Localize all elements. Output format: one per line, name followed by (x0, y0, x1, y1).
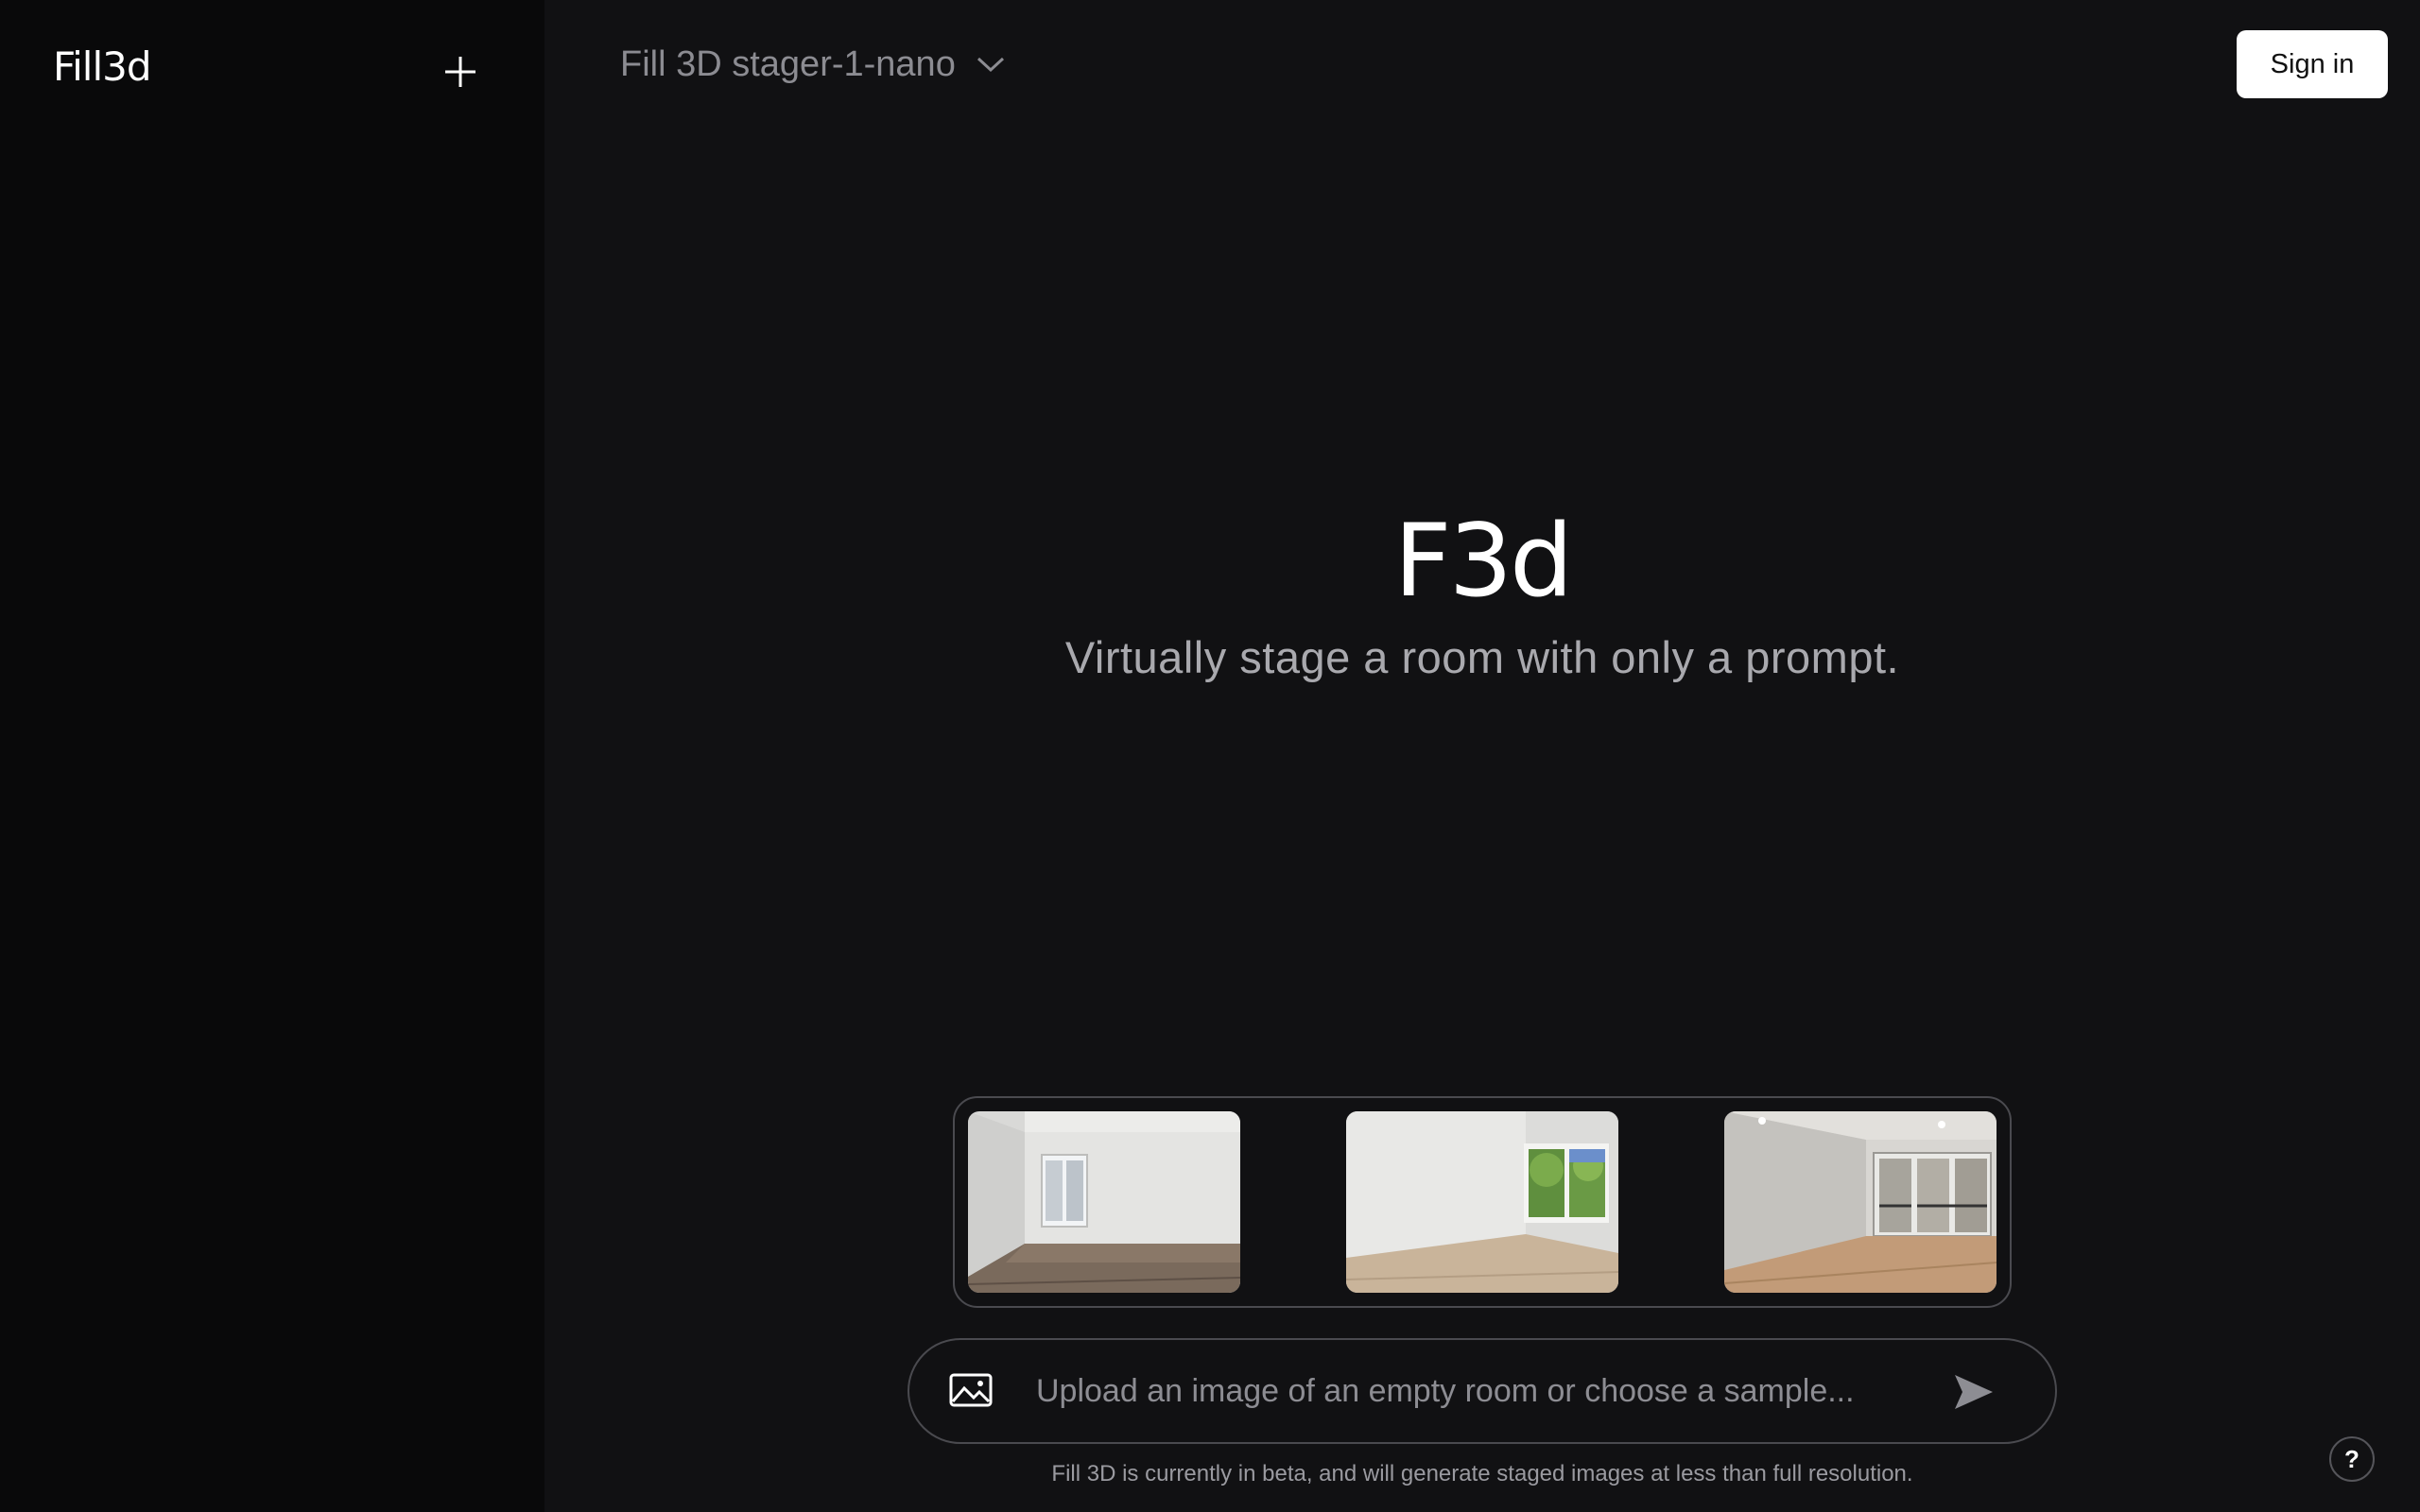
main-area: Fill 3D stager-1-nano Sign in F3d Virtua… (544, 0, 2420, 1512)
sample-room-3[interactable] (1724, 1111, 1996, 1293)
send-button[interactable] (1953, 1373, 1995, 1411)
upload-image-button[interactable] (949, 1371, 993, 1409)
new-chat-button[interactable] (438, 49, 483, 94)
chevron-down-icon (977, 57, 1004, 73)
hero-logo: F3d (1393, 503, 1574, 619)
prompt-composer (908, 1338, 2057, 1444)
beta-disclaimer: Fill 3D is currently in beta, and will g… (1051, 1461, 1913, 1486)
room-thumbnail (1724, 1111, 1996, 1293)
room-thumbnail (1346, 1111, 1618, 1293)
room-thumbnail (968, 1111, 1240, 1293)
sign-in-button[interactable]: Sign in (2237, 30, 2388, 98)
prompt-input[interactable] (1036, 1365, 1944, 1418)
sample-room-1[interactable] (968, 1111, 1240, 1293)
app-logo[interactable]: Fill3d (53, 43, 151, 90)
plus-icon (445, 57, 475, 87)
sidebar: Fill3d (0, 0, 544, 1512)
model-selector[interactable]: Fill 3D stager-1-nano (620, 40, 1005, 89)
sample-gallery (953, 1096, 2012, 1308)
send-icon (1955, 1375, 1993, 1409)
image-icon (949, 1373, 993, 1407)
tagline: Virtually stage a room with only a promp… (1064, 632, 1900, 682)
help-button[interactable]: ? (2329, 1436, 2375, 1482)
sample-room-2[interactable] (1346, 1111, 1618, 1293)
model-name: Fill 3D stager-1-nano (620, 43, 956, 84)
